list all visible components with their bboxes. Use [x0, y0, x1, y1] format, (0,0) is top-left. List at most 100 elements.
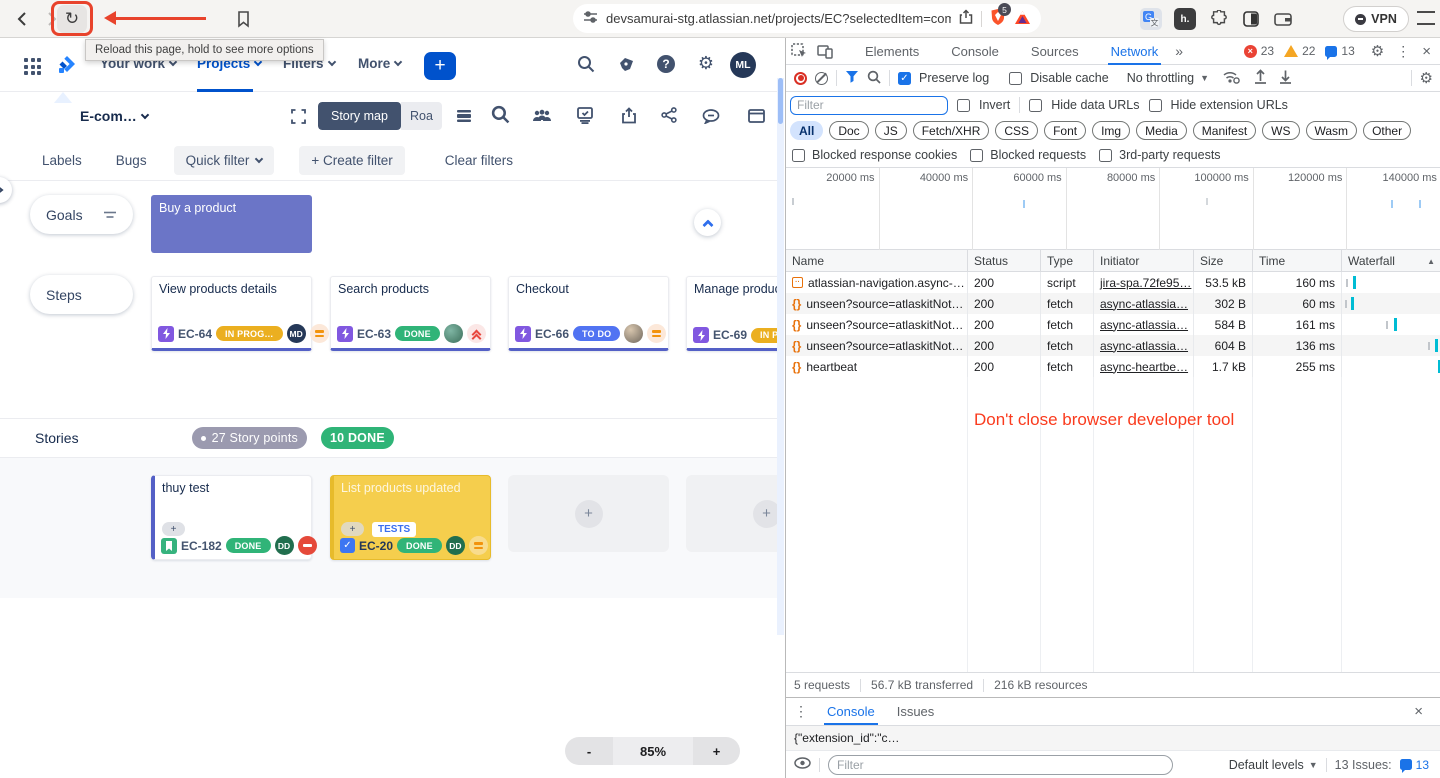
invert-checkbox[interactable]	[957, 99, 970, 112]
step-card[interactable]: Checkout EC-66 TO DO	[508, 276, 669, 351]
issues-label[interactable]: 13 Issues:	[1335, 758, 1392, 772]
live-expression-eye-icon[interactable]	[794, 757, 811, 772]
close-devtools-icon[interactable]: ×	[1422, 43, 1431, 60]
brave-rewards-icon[interactable]	[1014, 10, 1031, 28]
col-type[interactable]: Type	[1041, 250, 1094, 272]
url-text[interactable]: devsamurai-stg.atlassian.net/projects/EC…	[606, 11, 951, 26]
back-icon[interactable]	[14, 10, 32, 31]
close-drawer-icon[interactable]: ×	[1414, 703, 1423, 720]
create-button[interactable]: +	[424, 52, 456, 80]
blocked-requests-checkbox[interactable]	[970, 149, 983, 162]
vpn-button[interactable]: VPN	[1343, 6, 1409, 32]
chip-other[interactable]: Other	[1363, 121, 1411, 140]
device-toolbar-icon[interactable]	[812, 39, 838, 63]
import-har-icon[interactable]	[1254, 69, 1267, 87]
zoom-out-button[interactable]: -	[565, 737, 613, 765]
help-icon[interactable]: ?	[654, 52, 678, 76]
story-card[interactable]: thuy test + EC-182 DONE DD	[151, 475, 312, 560]
add-button[interactable]: +	[341, 522, 364, 536]
assignee-avatar[interactable]: DD	[275, 536, 294, 555]
throttling-dropdown[interactable]: No throttling▼	[1127, 71, 1209, 85]
drawer-tab-issues[interactable]: Issues	[888, 698, 944, 725]
third-party-checkbox[interactable]	[1099, 149, 1112, 162]
chip-wasm[interactable]: Wasm	[1306, 121, 1358, 140]
clear-filters-button[interactable]: Clear filters	[445, 153, 513, 168]
preserve-log-checkbox[interactable]: ✓	[898, 72, 911, 85]
network-request-row[interactable]: ··atlassian-navigation.async-… 200 scrip…	[786, 272, 1440, 293]
address-bar[interactable]: devsamurai-stg.atlassian.net/projects/EC…	[573, 4, 1041, 33]
clear-icon[interactable]	[815, 72, 828, 85]
chip-manifest[interactable]: Manifest	[1193, 121, 1256, 140]
network-conditions-icon[interactable]	[1223, 70, 1240, 87]
step-card[interactable]: Manage products EC-69 IN PROG…	[686, 276, 784, 351]
hide-data-urls-checkbox[interactable]	[1029, 99, 1042, 112]
nav-more[interactable]: More	[358, 56, 401, 71]
scroll-up-button[interactable]	[694, 209, 721, 236]
steps-row-label[interactable]: Steps	[30, 275, 133, 314]
network-settings-icon[interactable]: ⚙	[1420, 69, 1433, 87]
step-card[interactable]: Search products EC-63 DONE	[330, 276, 491, 351]
network-filter-input[interactable]	[790, 96, 948, 115]
assignee-avatar[interactable]	[444, 324, 463, 343]
error-count[interactable]: ×23	[1244, 44, 1274, 58]
tab-network[interactable]: Network	[1102, 38, 1168, 65]
network-request-row[interactable]: {}unseen?source=atlaskitNot… 200 fetch a…	[786, 314, 1440, 335]
h-extension-icon[interactable]: h.	[1174, 8, 1196, 30]
chip-fetch-xhr[interactable]: Fetch/XHR	[913, 121, 990, 140]
filter-funnel-icon[interactable]	[845, 70, 859, 86]
add-button[interactable]: +	[162, 522, 185, 536]
project-selector[interactable]: E-com…	[80, 108, 148, 124]
bookmark-icon[interactable]	[236, 10, 251, 31]
col-name[interactable]: Name	[786, 250, 968, 272]
share-icon[interactable]	[657, 103, 681, 127]
tab-elements[interactable]: Elements	[856, 38, 928, 65]
warning-count[interactable]: 22	[1284, 44, 1315, 58]
goal-card[interactable]: Buy a product	[151, 195, 312, 253]
chip-font[interactable]: Font	[1044, 121, 1086, 140]
col-size[interactable]: Size	[1194, 250, 1253, 272]
share-icon[interactable]	[959, 9, 973, 28]
rows-layout-icon[interactable]	[452, 104, 476, 128]
create-filter-button[interactable]: + Create filter	[299, 146, 404, 175]
network-request-row[interactable]: {}heartbeat 200 fetch async-heartbe… 1.7…	[786, 356, 1440, 377]
assignee-avatar[interactable]: DD	[446, 536, 465, 555]
more-tabs-icon[interactable]: »	[1175, 43, 1183, 59]
issues-count[interactable]: 13	[1325, 44, 1354, 58]
vertical-scrollbar[interactable]	[777, 78, 784, 635]
assignee-avatar[interactable]: MD	[287, 324, 306, 343]
console-filter-input[interactable]	[828, 755, 1173, 775]
export-har-icon[interactable]	[1279, 69, 1292, 87]
people-icon[interactable]	[530, 104, 554, 128]
tab-roadmap[interactable]: Roa	[401, 102, 442, 130]
network-request-row[interactable]: {}unseen?source=atlaskitNot… 200 fetch a…	[786, 335, 1440, 356]
add-story-placeholder[interactable]: +	[508, 475, 669, 552]
extensions-puzzle-icon[interactable]	[1208, 8, 1230, 30]
tab-console[interactable]: Console	[942, 38, 1008, 65]
hide-extension-urls-checkbox[interactable]	[1149, 99, 1162, 112]
jira-logo-icon[interactable]	[56, 54, 78, 79]
issues-counter[interactable]: 13	[1400, 758, 1429, 772]
devtools-settings-icon[interactable]: ⚙	[1371, 42, 1384, 60]
feedback-icon[interactable]	[699, 104, 723, 128]
user-avatar[interactable]: ML	[730, 52, 756, 78]
search-board-icon[interactable]	[488, 102, 512, 126]
add-story-placeholder[interactable]: +	[686, 475, 784, 552]
zoom-in-button[interactable]: +	[693, 737, 740, 765]
chip-js[interactable]: JS	[875, 121, 907, 140]
col-time[interactable]: Time	[1253, 250, 1342, 272]
record-icon[interactable]	[794, 72, 807, 85]
chip-ws[interactable]: WS	[1262, 121, 1299, 140]
col-status[interactable]: Status	[968, 250, 1041, 272]
network-search-icon[interactable]	[867, 70, 881, 87]
step-card[interactable]: View products details EC-64 IN PROG… MD	[151, 276, 312, 351]
drawer-tab-console[interactable]: Console	[818, 698, 884, 725]
notification-icon[interactable]	[614, 52, 638, 76]
kebab-menu-icon[interactable]: ⋮	[1396, 43, 1410, 60]
assignee-avatar[interactable]	[624, 324, 643, 343]
site-settings-icon[interactable]	[583, 10, 598, 27]
app-switcher-icon[interactable]	[24, 58, 41, 75]
chip-all[interactable]: All	[790, 121, 823, 140]
tests-tag[interactable]: TESTS	[372, 522, 416, 537]
fullscreen-icon[interactable]	[286, 104, 310, 128]
quick-filter-dropdown[interactable]: Quick filter	[174, 146, 275, 175]
